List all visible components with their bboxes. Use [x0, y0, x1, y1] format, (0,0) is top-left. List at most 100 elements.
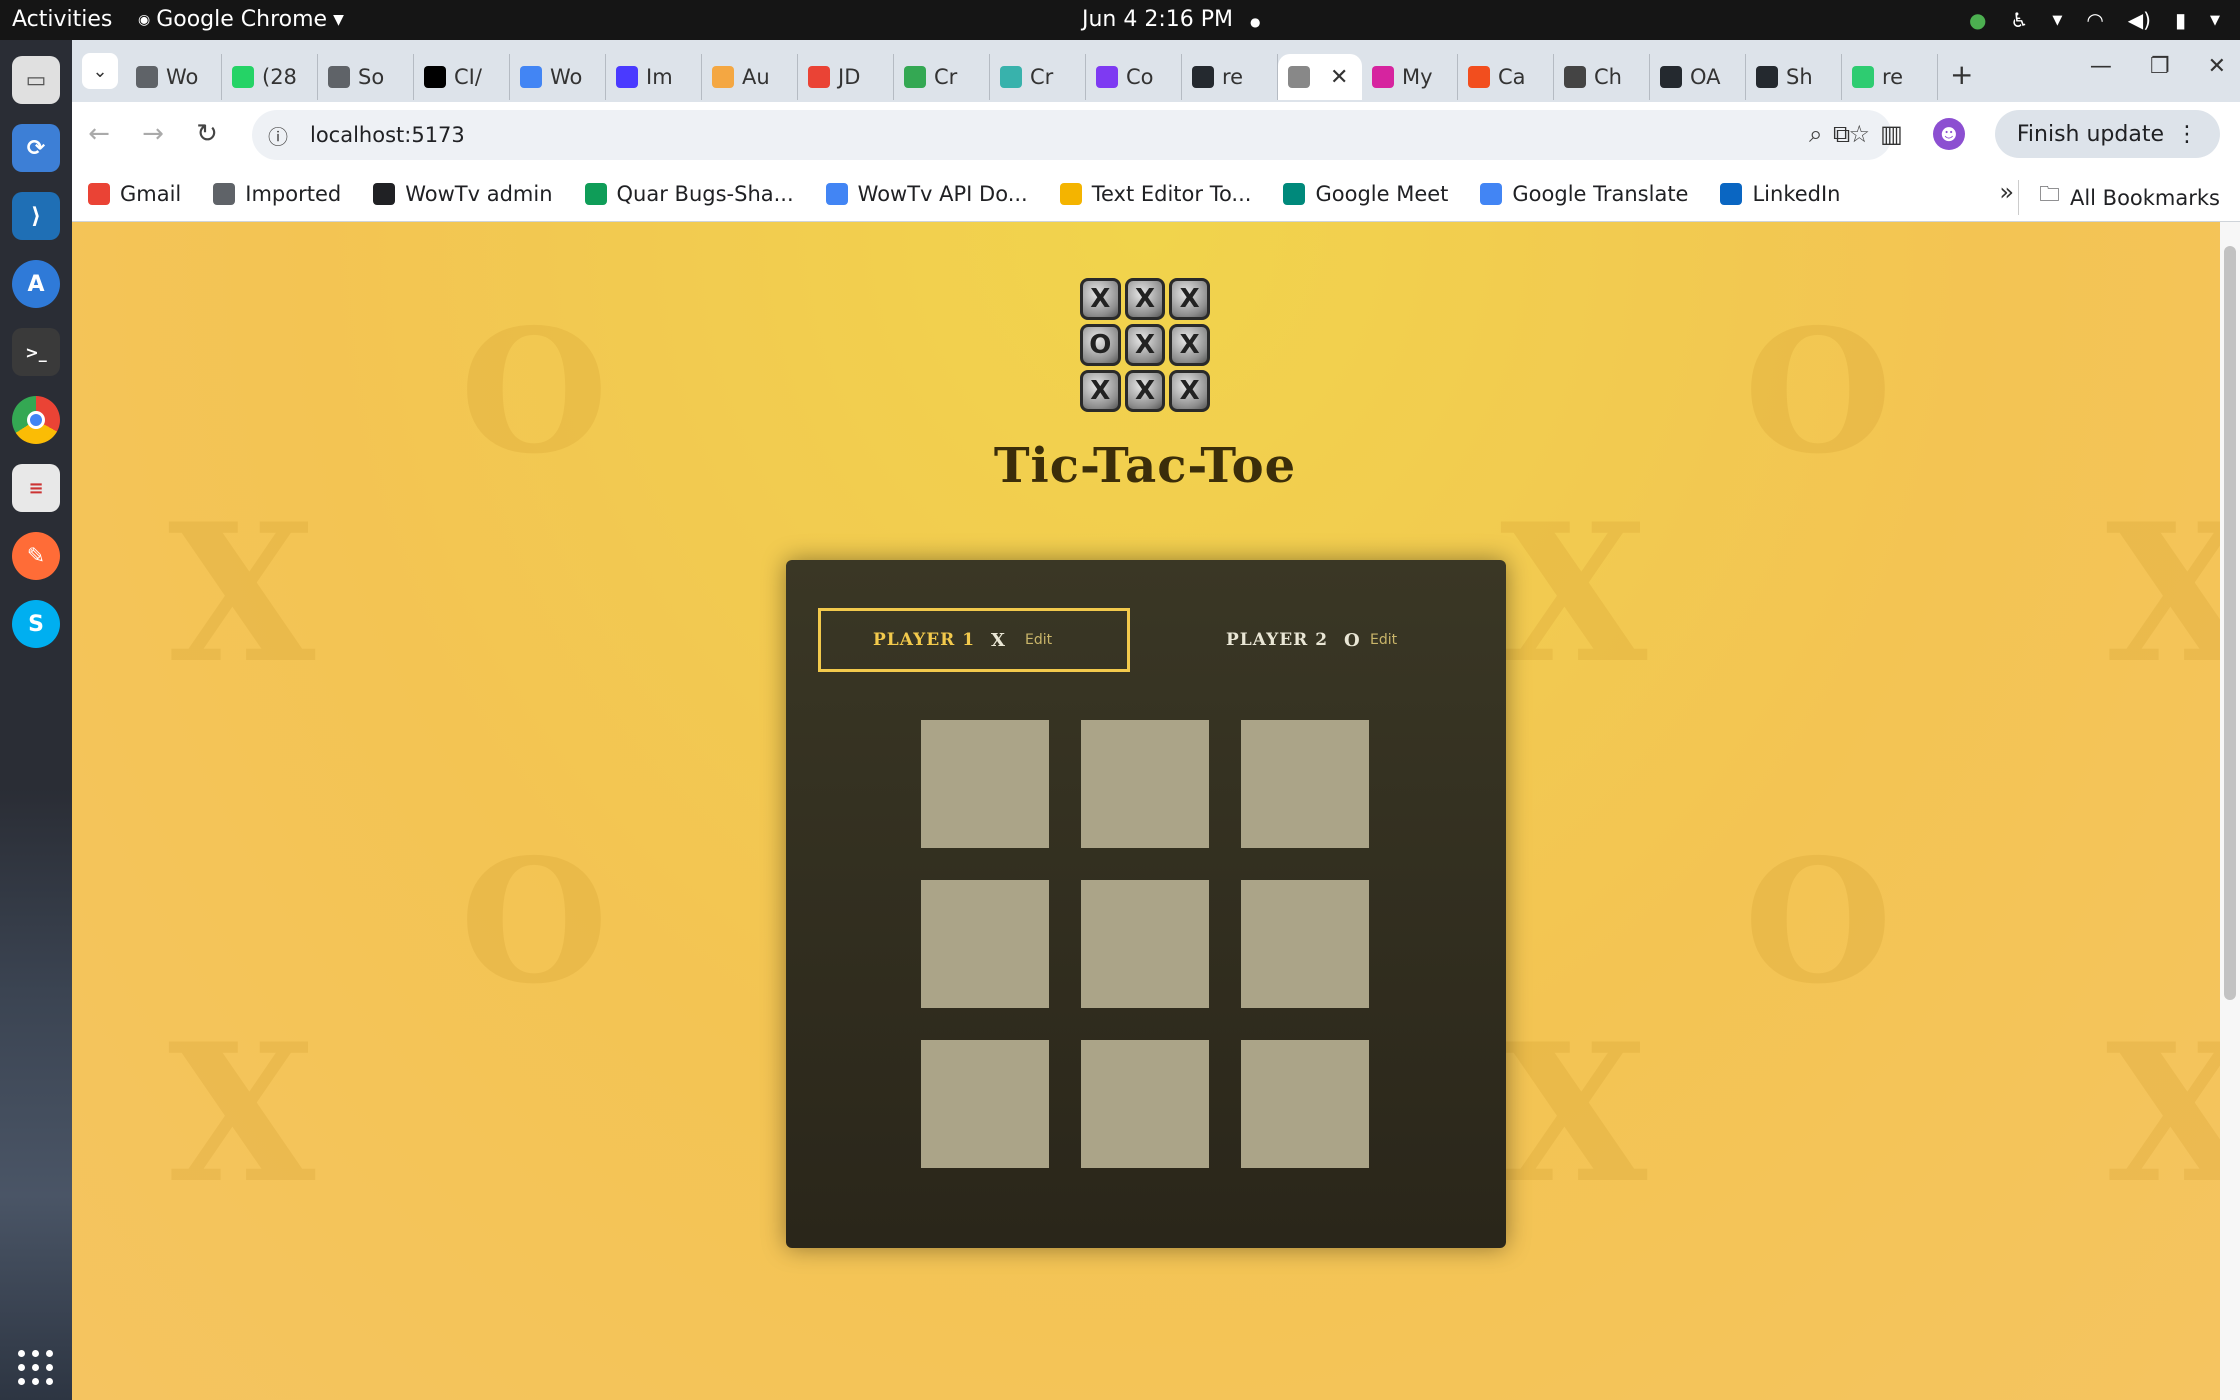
browser-tab[interactable]: re	[1182, 54, 1278, 100]
browser-tab[interactable]: Cr	[894, 54, 990, 100]
edit-player-1-button[interactable]: Edit	[1025, 632, 1052, 648]
board-cell[interactable]	[921, 720, 1049, 848]
browser-tab[interactable]: Wo	[510, 54, 606, 100]
browser-tab[interactable]: Au	[702, 54, 798, 100]
back-button[interactable]: ←	[72, 119, 126, 149]
close-tab-icon[interactable]: ✕	[1330, 65, 1348, 90]
zoom-icon[interactable]: ⌕	[1809, 120, 1822, 148]
minimize-icon[interactable]: —	[2090, 54, 2112, 79]
files-icon[interactable]: ▭	[12, 56, 60, 104]
logo-cell: X	[1169, 370, 1210, 412]
bookmark-item[interactable]: WowTv API Do...	[825, 182, 1028, 206]
tab-label: Co	[1126, 65, 1154, 89]
edit-player-2-button[interactable]: Edit	[1370, 632, 1397, 648]
browser-toolbar: ← → ↻ ⓘ localhost:5173 ⌕ ☆ ⧉ ▥ ☻ Finish …	[72, 102, 2240, 166]
side-panel-icon[interactable]: ▥	[1880, 120, 1903, 148]
postman-icon[interactable]: ✎	[12, 532, 60, 580]
browser-tab[interactable]: (28	[222, 54, 318, 100]
board-cell[interactable]	[1081, 880, 1209, 1008]
browser-tab[interactable]: Im	[606, 54, 702, 100]
browser-tab[interactable]: JD	[798, 54, 894, 100]
player-symbol: X	[991, 629, 1005, 651]
browser-tab[interactable]: My	[1362, 54, 1458, 100]
browser-tab[interactable]: Wo	[126, 54, 222, 100]
bookmark-item[interactable]: Quar Bugs-Sha...	[584, 181, 794, 206]
reload-button[interactable]: ↻	[180, 119, 234, 149]
tab-label: Cr	[934, 65, 958, 89]
battery-icon: ▮	[2174, 8, 2186, 32]
volume-icon: ◀)	[2127, 8, 2151, 32]
globe-icon	[373, 182, 396, 205]
app-store-icon[interactable]: A	[12, 260, 60, 308]
profile-avatar[interactable]: ☻	[1932, 118, 1965, 150]
bookmark-item[interactable]: Gmail	[88, 182, 181, 206]
tab-label: Sh	[1786, 65, 1813, 89]
browser-tab[interactable]: CI/	[414, 54, 510, 100]
circle-icon	[1372, 66, 1394, 88]
all-bookmarks-button[interactable]: 🗀 All Bookmarks	[2017, 180, 2220, 215]
player-2-card: Player 2 O Edit	[1216, 608, 1456, 672]
browser-tab[interactable]: Co	[1086, 54, 1182, 100]
browser-tab[interactable]: Sh	[1746, 54, 1842, 100]
show-apps-icon[interactable]	[18, 1350, 54, 1386]
app-menu[interactable]: ◉ Google Chrome ▼	[138, 7, 344, 32]
terminal-icon[interactable]: >_	[12, 328, 60, 376]
browser-tab[interactable]: Ch	[1554, 54, 1650, 100]
activities-button[interactable]: Activities	[12, 7, 112, 32]
close-window-icon[interactable]: ✕	[2208, 54, 2226, 79]
site-info-icon[interactable]: ⓘ	[258, 121, 298, 150]
browser-tab[interactable]: So	[318, 54, 414, 100]
software-updater-icon[interactable]: ⟳	[12, 124, 60, 172]
bookmark-item[interactable]: LinkedIn	[1720, 182, 1841, 206]
jira-icon	[616, 66, 638, 88]
forward-button[interactable]: →	[126, 119, 180, 149]
bookmark-item[interactable]: Text Editor To...	[1059, 182, 1251, 206]
skype-icon[interactable]: S	[12, 600, 60, 648]
chevron-down-icon: ▼	[2210, 12, 2220, 28]
bookmark-item[interactable]: Google Meet	[1283, 182, 1448, 206]
browser-tab[interactable]: Cr	[990, 54, 1086, 100]
app-menu-label: Google Chrome	[156, 7, 328, 32]
clock[interactable]: Jun 4 2:16 PM ●	[1082, 7, 1261, 32]
window-controls: — ❐ ✕	[2090, 54, 2226, 79]
maximize-icon[interactable]: ❐	[2150, 54, 2170, 79]
scrollbar-thumb[interactable]	[2224, 246, 2236, 1000]
browser-tab[interactable]: ✕	[1278, 54, 1362, 100]
bookmark-label: Imported	[245, 181, 342, 206]
bookmark-label: Quar Bugs-Sha...	[616, 181, 794, 206]
bookmark-item[interactable]: Google Translate	[1480, 182, 1688, 206]
more-bookmarks-icon[interactable]: »	[1999, 178, 2014, 206]
board-cell[interactable]	[1241, 720, 1369, 848]
tab-search-button[interactable]: ⌄	[82, 53, 118, 89]
chevron-down-icon: ⌄	[92, 60, 108, 82]
board-cell[interactable]	[1081, 1040, 1209, 1168]
bookmark-item[interactable]: Imported	[213, 182, 341, 206]
browser-tab[interactable]: Ca	[1458, 54, 1554, 100]
board-cell[interactable]	[1081, 720, 1209, 848]
new-tab-button[interactable]: +	[1950, 58, 1973, 91]
bg-o-glyph: O	[1744, 822, 1893, 1022]
tab-label: Wo	[550, 65, 583, 89]
github-icon	[1756, 66, 1778, 88]
globe-icon	[328, 66, 350, 88]
browser-tab[interactable]: OA	[1650, 54, 1746, 100]
page-scrollbar[interactable]	[2220, 222, 2240, 1400]
board-cell[interactable]	[921, 880, 1049, 1008]
tab-strip: ⌄ Wo (28 So CI/Wo Im Au JD Cr Cr Co re ✕ My Ca Ch OA Sh r…	[72, 40, 2240, 102]
vscode-icon[interactable]: ⟩	[12, 192, 60, 240]
finish-update-button[interactable]: Finish update ⋮	[1994, 110, 2220, 158]
bookmark-items: Gmail Imported WowTv admin Quar Bugs-Sha...…	[88, 182, 1873, 206]
address-bar[interactable]: ⓘ localhost:5173 ⌕ ☆	[252, 110, 1892, 160]
logo-cell: X	[1124, 278, 1166, 320]
bookmark-item[interactable]: WowTv admin	[373, 182, 553, 206]
browser-tab[interactable]: re	[1842, 54, 1938, 100]
system-tray[interactable]: ● ♿ ▼ ◠ ◀) ▮ ▼	[1969, 8, 2220, 32]
clock-label: Jun 4 2:16 PM	[1082, 7, 1234, 32]
board-cell[interactable]	[1241, 880, 1369, 1008]
chrome-icon[interactable]	[12, 396, 60, 444]
extensions-icon[interactable]: ⧉	[1833, 120, 1850, 148]
tab-label: My	[1402, 65, 1433, 89]
text-editor-icon[interactable]: ≡	[12, 464, 60, 512]
board-cell[interactable]	[1241, 1040, 1369, 1168]
board-cell[interactable]	[921, 1040, 1049, 1168]
